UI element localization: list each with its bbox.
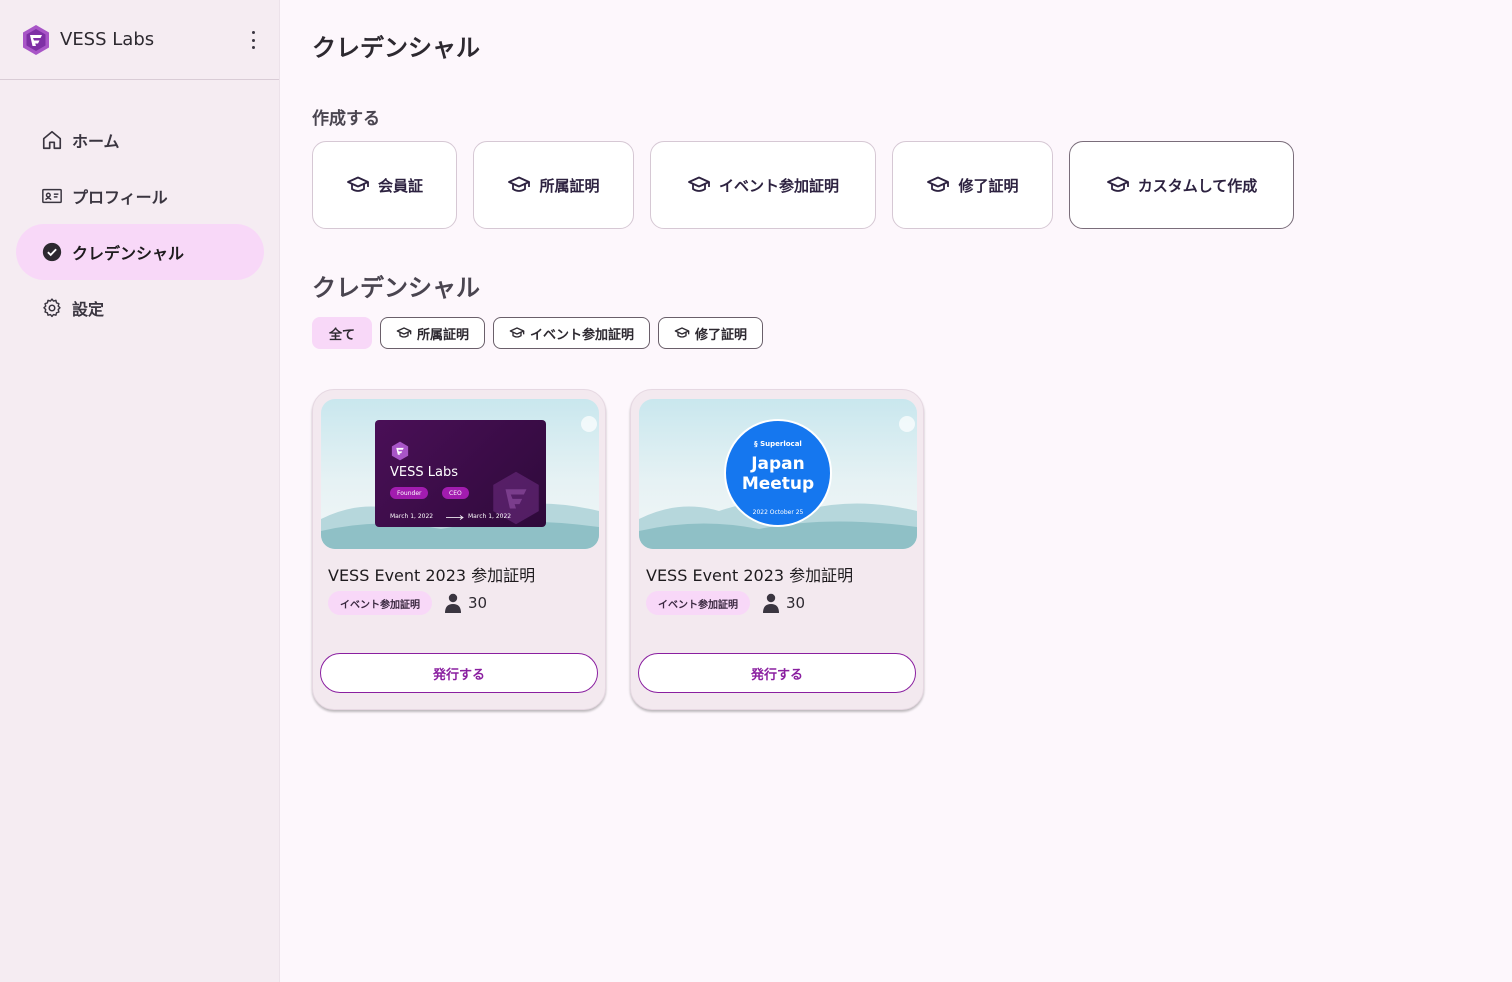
card-role-tag: CEO <box>442 487 469 499</box>
card-date-from: March 1, 2022 <box>390 513 434 520</box>
nav-item-label: プロフィール <box>72 188 168 207</box>
holder-count-value: 30 <box>468 594 488 612</box>
filter-event-attendance-chip[interactable]: イベント参加証明 <box>493 317 651 349</box>
nav-item-label: 設定 <box>72 300 105 319</box>
check-circle-icon <box>40 240 64 264</box>
person-icon <box>445 593 461 613</box>
graduation-cap-icon <box>347 176 369 192</box>
event-brand: § Superlocal <box>754 440 802 448</box>
membership-card-preview: VESS Labs Founder CEO March 1, 2022 Marc… <box>375 420 546 527</box>
gear-icon <box>40 296 64 320</box>
credentials-section-heading: クレデンシャル <box>312 274 480 302</box>
event-badge-preview: § Superlocal Japan Meetup 2022 October 2… <box>724 419 832 527</box>
holder-count-value: 30 <box>786 594 806 612</box>
chip-label: 全て <box>329 327 356 343</box>
create-button-label: カスタムして作成 <box>1137 176 1258 195</box>
nav-item-settings[interactable]: 設定 <box>16 280 264 336</box>
issue-button[interactable]: 発行する <box>320 653 598 693</box>
nav-item-home[interactable]: ホーム <box>16 112 264 168</box>
card-org-name: VESS Labs <box>390 465 458 480</box>
create-affiliation-button[interactable]: 所属証明 <box>473 141 634 229</box>
nav-item-label: クレデンシャル <box>72 244 185 263</box>
graduation-cap-icon <box>509 327 525 338</box>
create-button-label: イベント参加証明 <box>718 176 839 195</box>
event-date: 2022 October 25 <box>752 509 804 516</box>
graduation-cap-icon <box>927 176 950 192</box>
create-button-label: 所属証明 <box>539 176 600 195</box>
card-role-tag: Founder <box>390 487 429 499</box>
credential-meta: イベント参加証明 30 <box>328 591 487 615</box>
org-name: VESS Labs <box>60 29 155 50</box>
chip-label: 修了証明 <box>695 327 748 343</box>
credential-image: § Superlocal Japan Meetup 2022 October 2… <box>639 399 917 549</box>
filter-all-chip[interactable]: 全て <box>312 317 373 349</box>
credential-type-badge: イベント参加証明 <box>646 591 750 615</box>
graduation-cap-icon <box>396 327 412 338</box>
filter-completion-chip[interactable]: 修了証明 <box>658 317 764 349</box>
create-section-heading: 作成する <box>312 109 380 129</box>
create-buttons: 会員証 所属証明 イベント参加証明 修了証明 カスタムして作成 <box>312 141 1294 229</box>
more-menu-icon[interactable] <box>245 28 261 52</box>
create-membership-button[interactable]: 会員証 <box>312 141 457 229</box>
filter-affiliation-chip[interactable]: 所属証明 <box>380 317 486 349</box>
graduation-cap-icon <box>508 176 531 192</box>
credential-title: VESS Event 2023 参加証明 <box>328 566 536 585</box>
create-button-label: 修了証明 <box>958 176 1019 195</box>
graduation-cap-icon <box>674 327 690 338</box>
chip-label: イベント参加証明 <box>530 327 635 343</box>
sidebar-header: VESS Labs <box>0 0 279 80</box>
vess-logo-icon <box>23 24 49 55</box>
nav-item-profile[interactable]: プロフィール <box>16 168 264 224</box>
credential-cards: VESS Labs Founder CEO March 1, 2022 Marc… <box>312 389 924 710</box>
graduation-cap-icon <box>688 176 710 192</box>
credential-type-badge: イベント参加証明 <box>328 591 432 615</box>
sidebar-nav: ホーム プロフィール クレデンシャル 設定 <box>16 112 264 336</box>
card-date-to: March 1, 2022 <box>468 513 512 520</box>
chip-label: 所属証明 <box>417 327 470 343</box>
filter-chips: 全て 所属証明 イベント参加証明 修了証明 <box>312 317 764 349</box>
graduation-cap-icon <box>1106 176 1129 192</box>
person-icon <box>763 593 779 613</box>
create-button-label: 会員証 <box>377 176 423 195</box>
create-event-attendance-button[interactable]: イベント参加証明 <box>650 141 876 229</box>
credential-title: VESS Event 2023 参加証明 <box>646 566 854 585</box>
home-icon <box>40 128 64 152</box>
main-content: クレデンシャル 作成する 会員証 所属証明 イベント参加証明 修了証明 カスタム… <box>280 0 1512 982</box>
credential-meta: イベント参加証明 30 <box>646 591 805 615</box>
vess-logo-icon <box>391 441 409 461</box>
holder-count: 30 <box>444 593 487 613</box>
nav-item-label: ホーム <box>72 132 120 151</box>
issue-button[interactable]: 発行する <box>638 653 916 693</box>
holder-count: 30 <box>762 593 805 613</box>
create-completion-button[interactable]: 修了証明 <box>892 141 1053 229</box>
create-custom-button[interactable]: カスタムして作成 <box>1069 141 1294 229</box>
page-title: クレデンシャル <box>312 34 480 62</box>
id-card-icon <box>40 184 64 208</box>
sidebar: VESS Labs ホーム プロフィール クレデンシャル 設定 <box>0 0 280 982</box>
credential-card[interactable]: VESS Labs Founder CEO March 1, 2022 Marc… <box>312 389 606 710</box>
credential-card[interactable]: § Superlocal Japan Meetup 2022 October 2… <box>630 389 924 710</box>
credential-image: VESS Labs Founder CEO March 1, 2022 Marc… <box>321 399 599 549</box>
arrow-right-icon <box>446 515 464 520</box>
event-title: Japan Meetup <box>741 454 815 494</box>
nav-item-credentials[interactable]: クレデンシャル <box>16 224 264 280</box>
